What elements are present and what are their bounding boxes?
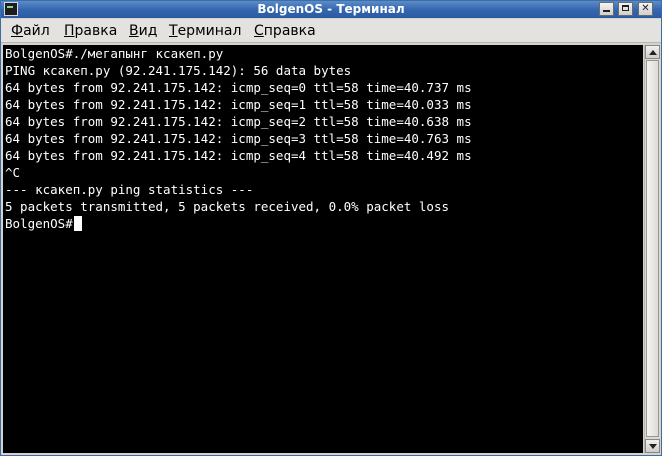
terminal-output[interactable]: BolgenOS#./мегапынг ксакеп.ру PING ксаке… [3, 45, 643, 453]
scroll-down-button[interactable] [645, 439, 660, 453]
terminal-prompt: BolgenOS# [5, 216, 73, 231]
terminal-line: --- ксакеп.ру ping statistics --- [5, 182, 254, 197]
maximize-icon [622, 5, 629, 11]
terminal-line: 64 bytes from 92.241.175.142: icmp_seq=4… [5, 148, 472, 163]
terminal-window: BolgenOS - Терминал ✕ Файл Правка Вид Те… [0, 0, 662, 456]
terminal-line: BolgenOS#./мегапынг ксакеп.ру [5, 46, 224, 61]
vertical-scrollbar[interactable] [644, 45, 660, 453]
minimize-icon [603, 10, 610, 12]
close-button[interactable]: ✕ [638, 2, 653, 16]
terminal-line: 64 bytes from 92.241.175.142: icmp_seq=0… [5, 80, 472, 95]
close-icon: ✕ [641, 3, 650, 14]
menu-help[interactable]: Справка [254, 22, 316, 40]
menu-bar: Файл Правка Вид Терминал Справка [1, 19, 661, 43]
terminal-line: 64 bytes from 92.241.175.142: icmp_seq=2… [5, 114, 472, 129]
title-bar[interactable]: BolgenOS - Терминал ✕ [1, 1, 661, 18]
terminal-line: 64 bytes from 92.241.175.142: icmp_seq=1… [5, 97, 472, 112]
menu-edit[interactable]: Правка [64, 22, 117, 40]
arrow-up-icon [649, 50, 657, 55]
terminal-line: 5 packets transmitted, 5 packets receive… [5, 199, 450, 214]
scrollbar-thumb[interactable] [646, 60, 659, 437]
menu-terminal[interactable]: Терминал [169, 22, 241, 40]
menu-file[interactable]: Файл [11, 22, 50, 40]
terminal-line: PING ксакеп.ру (92.241.175.142): 56 data… [5, 63, 352, 78]
minimize-button[interactable] [599, 2, 614, 16]
arrow-down-icon [649, 444, 657, 449]
scroll-up-button[interactable] [645, 45, 660, 59]
terminal-prompt-line[interactable]: BolgenOS# [5, 215, 82, 232]
menu-view[interactable]: Вид [129, 22, 157, 40]
text-cursor [73, 216, 82, 231]
terminal-line: 64 bytes from 92.241.175.142: icmp_seq=3… [5, 131, 472, 146]
window-title: BolgenOS - Терминал [257, 2, 405, 16]
terminal-line: ^C [5, 165, 21, 180]
maximize-button[interactable] [618, 2, 633, 16]
